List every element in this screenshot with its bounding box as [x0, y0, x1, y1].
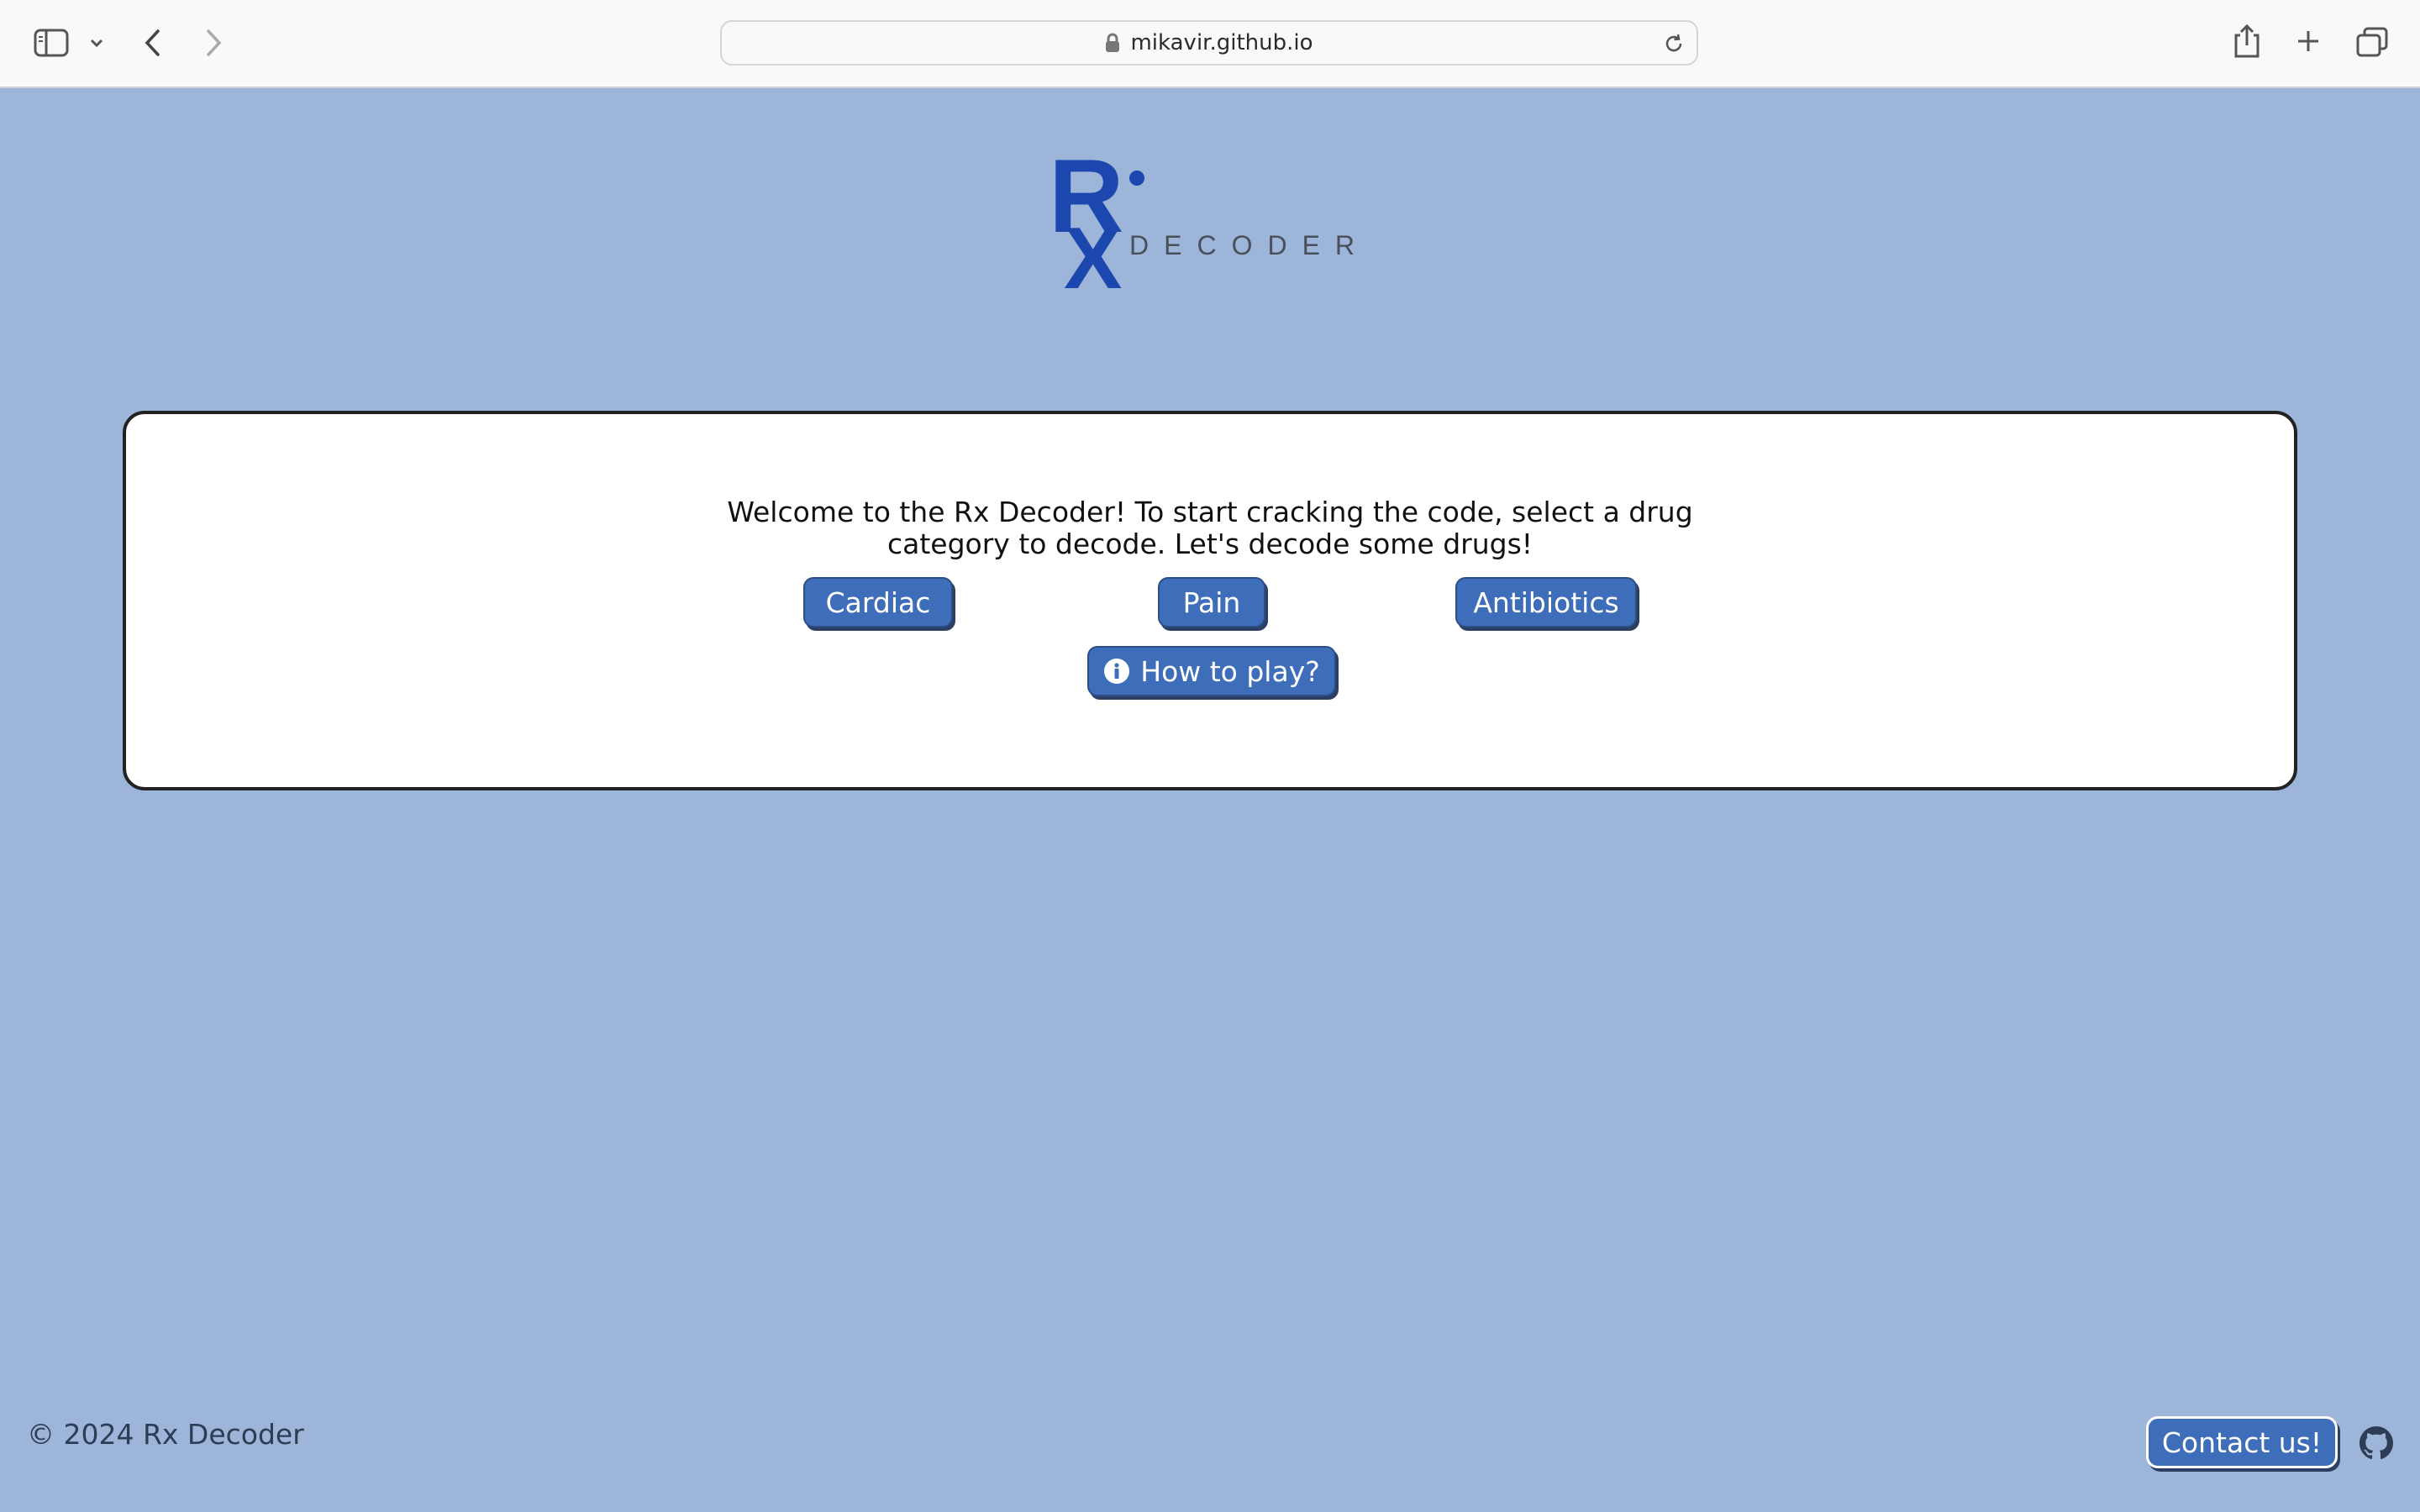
cardiac-button[interactable]: Cardiac — [803, 577, 953, 627]
browser-toolbar: mikavir.github.io — [0, 0, 2420, 88]
main-card: Welcome to the Rx Decoder! To start crac… — [123, 411, 2297, 790]
contact-us-label: Contact us! — [2161, 1425, 2323, 1459]
lock-icon — [1106, 33, 1120, 52]
contact-us-button[interactable]: Contact us! — [2146, 1416, 2338, 1468]
rx-decoder-logo: R X DECODER — [1049, 150, 1370, 292]
how-to-play-button[interactable]: How to play? — [1087, 646, 1336, 696]
cardiac-button-label: Cardiac — [825, 585, 931, 619]
info-icon — [1104, 659, 1130, 684]
logo-word: DECODER — [1129, 230, 1370, 260]
pain-button-label: Pain — [1182, 585, 1241, 619]
forward-icon[interactable] — [203, 29, 224, 57]
antibiotics-button[interactable]: Antibiotics — [1455, 577, 1637, 627]
new-tab-icon[interactable] — [2296, 29, 2321, 54]
welcome-line-1: Welcome to the Rx Decoder! To start crac… — [727, 496, 1693, 528]
logo-mark-x: X — [1064, 210, 1122, 292]
copyright-text: © 2024 Rx Decoder — [27, 1418, 304, 1451]
welcome-text: Welcome to the Rx Decoder! To start crac… — [126, 496, 2294, 560]
url-text: mikavir.github.io — [1130, 30, 1313, 55]
github-icon[interactable] — [2360, 1426, 2393, 1460]
address-bar[interactable]: mikavir.github.io — [720, 20, 1698, 66]
antibiotics-button-label: Antibiotics — [1473, 585, 1619, 619]
back-icon[interactable] — [143, 29, 163, 57]
welcome-line-2: category to decode. Let's decode some dr… — [886, 528, 1533, 560]
how-to-play-label: How to play? — [1140, 654, 1320, 688]
tabs-overview-icon[interactable] — [2356, 27, 2388, 57]
reload-icon[interactable] — [1663, 33, 1685, 55]
sidebar-icon[interactable] — [34, 29, 69, 57]
share-icon[interactable] — [2233, 24, 2260, 59]
pain-button[interactable]: Pain — [1158, 577, 1265, 627]
chevron-down-icon[interactable] — [89, 37, 104, 49]
